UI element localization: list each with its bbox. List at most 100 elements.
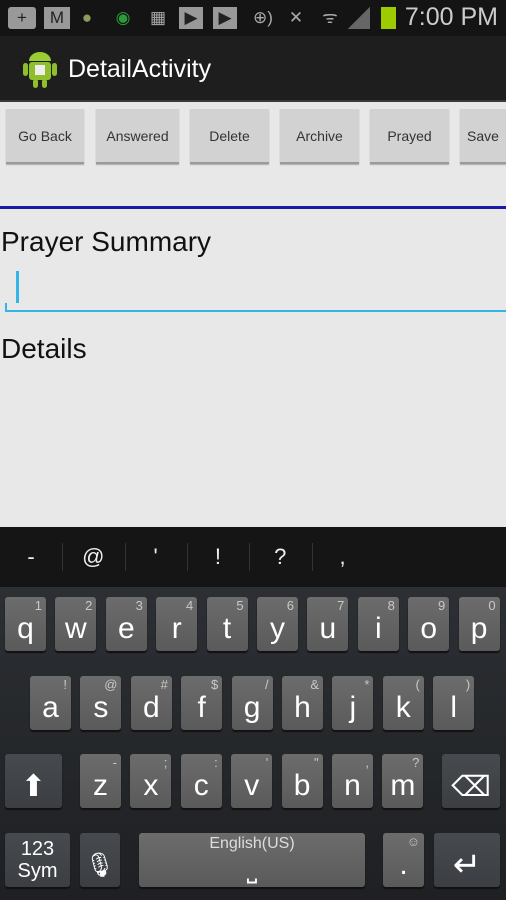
suggestion-4[interactable]: ?: [249, 527, 311, 587]
key-p[interactable]: p0: [458, 597, 500, 651]
suggestion-3[interactable]: !: [187, 527, 249, 587]
add-icon: +: [8, 7, 36, 29]
answered-button[interactable]: Answered: [96, 109, 179, 164]
separator: [186, 543, 188, 571]
key-k[interactable]: k(: [382, 676, 424, 730]
suggestion-0[interactable]: -: [0, 527, 62, 587]
key-f[interactable]: f $: [181, 676, 223, 730]
key-label: t: [222, 612, 232, 645]
suggestion-5[interactable]: ,: [312, 527, 374, 587]
key-r[interactable]: r4: [156, 597, 198, 651]
key-hint: @: [104, 677, 118, 692]
divider: [0, 206, 506, 209]
key-hint: ": [313, 755, 319, 770]
key-o[interactable]: o9: [408, 597, 450, 651]
status-bar: + M ● ◉ ▦ ▶ ▶ ⊕) ✕ ᯤ 7:00 PM: [0, 0, 506, 36]
prayed-button[interactable]: Prayed: [370, 109, 449, 164]
key-label: v: [244, 769, 260, 802]
battery-icon: [381, 7, 396, 29]
delete-button[interactable]: Delete: [190, 109, 269, 164]
key-z[interactable]: z-: [80, 754, 121, 808]
key-hint: -: [112, 755, 117, 770]
key-hint: $: [210, 677, 219, 692]
key-hint: &: [310, 677, 319, 692]
shift-key[interactable]: ⬆: [5, 754, 62, 808]
key-j[interactable]: j *: [332, 676, 374, 730]
key-m[interactable]: m?: [382, 754, 424, 808]
archive-button[interactable]: Archive: [280, 109, 359, 164]
key-label: a: [42, 691, 59, 724]
key-label: 123 Sym: [17, 838, 58, 882]
key-label: x: [143, 769, 159, 802]
key-label: 🎙: [84, 851, 116, 879]
key-hint: ☺: [406, 834, 420, 849]
key-hint: :: [214, 755, 218, 770]
key-v[interactable]: v ': [231, 754, 273, 808]
key-label: k: [395, 691, 411, 724]
key-e[interactable]: e3: [105, 597, 147, 651]
key-t[interactable]: t5: [206, 597, 248, 651]
space-key[interactable]: English(US) ⎵: [139, 833, 365, 887]
mute-icon: ✕: [288, 8, 304, 27]
key-i[interactable]: i8: [357, 597, 399, 651]
signal-icon: [348, 7, 370, 29]
key-label: n: [344, 769, 361, 802]
suggestion-1[interactable]: @: [62, 527, 124, 587]
key-y[interactable]: y6: [257, 597, 298, 651]
key-hint: /: [264, 677, 269, 692]
separator: [311, 543, 313, 571]
key-label: i: [374, 612, 382, 645]
android-icon: ●: [81, 8, 93, 27]
key-label: .: [399, 848, 408, 881]
key-c[interactable]: c:: [180, 754, 222, 808]
input-edge: [5, 303, 7, 312]
key-label: English(US): [209, 835, 295, 852]
key-u[interactable]: u7: [307, 597, 349, 651]
key-label: w: [65, 612, 87, 645]
text-cursor: [16, 271, 19, 303]
app-title: DetailActivity: [68, 55, 212, 83]
key-label: c: [193, 769, 209, 802]
key-hint: 6: [286, 598, 294, 613]
prayer-summary-input[interactable]: [5, 266, 506, 312]
key-a[interactable]: a!: [30, 676, 71, 730]
clock: 7:00 PM: [404, 3, 498, 31]
wifi-icon: ᯤ: [322, 8, 338, 27]
shield-icon: ◉: [115, 8, 131, 27]
key-hint: ?: [412, 755, 420, 770]
key-label: s: [93, 691, 109, 724]
key-h[interactable]: h &: [282, 676, 323, 730]
keyboard-icon: ▦: [149, 8, 167, 27]
sym-key[interactable]: 123 Sym: [5, 833, 70, 887]
key-hint: ;: [163, 755, 168, 770]
key-l[interactable]: l): [433, 676, 475, 730]
key-x[interactable]: x;: [130, 754, 172, 808]
separator: [124, 543, 126, 571]
nfc-icon: ⊕): [253, 8, 273, 27]
key-n[interactable]: n,: [332, 754, 373, 808]
period-key[interactable]: . ☺: [383, 833, 424, 887]
key-s[interactable]: s @: [80, 676, 122, 730]
backspace-key[interactable]: ⌫: [442, 754, 500, 808]
key-d[interactable]: d #: [130, 676, 172, 730]
key-label: ⬆: [20, 769, 47, 803]
key-label: r: [171, 612, 182, 645]
enter-key[interactable]: ↵: [434, 833, 500, 887]
details-label: Details: [1, 333, 87, 364]
key-label: z: [93, 769, 108, 802]
microphone-key[interactable]: 🎙: [80, 833, 120, 887]
key-w[interactable]: w2: [55, 597, 97, 651]
key-q[interactable]: q1: [5, 597, 46, 651]
key-hint: #: [160, 677, 168, 692]
play-store-icon: ▶: [213, 7, 237, 29]
key-b[interactable]: b ": [281, 754, 323, 808]
key-hint: ,: [365, 755, 369, 770]
go-back-button[interactable]: Go Back: [6, 109, 84, 164]
suggestion-2[interactable]: ': [125, 527, 187, 587]
key-label: o: [420, 612, 438, 645]
save-button[interactable]: Save: [460, 109, 506, 164]
key-hint: 5: [236, 598, 244, 613]
key-hint: !: [63, 677, 67, 692]
action-bar: DetailActivity: [0, 36, 506, 102]
key-g[interactable]: g /: [231, 676, 273, 730]
